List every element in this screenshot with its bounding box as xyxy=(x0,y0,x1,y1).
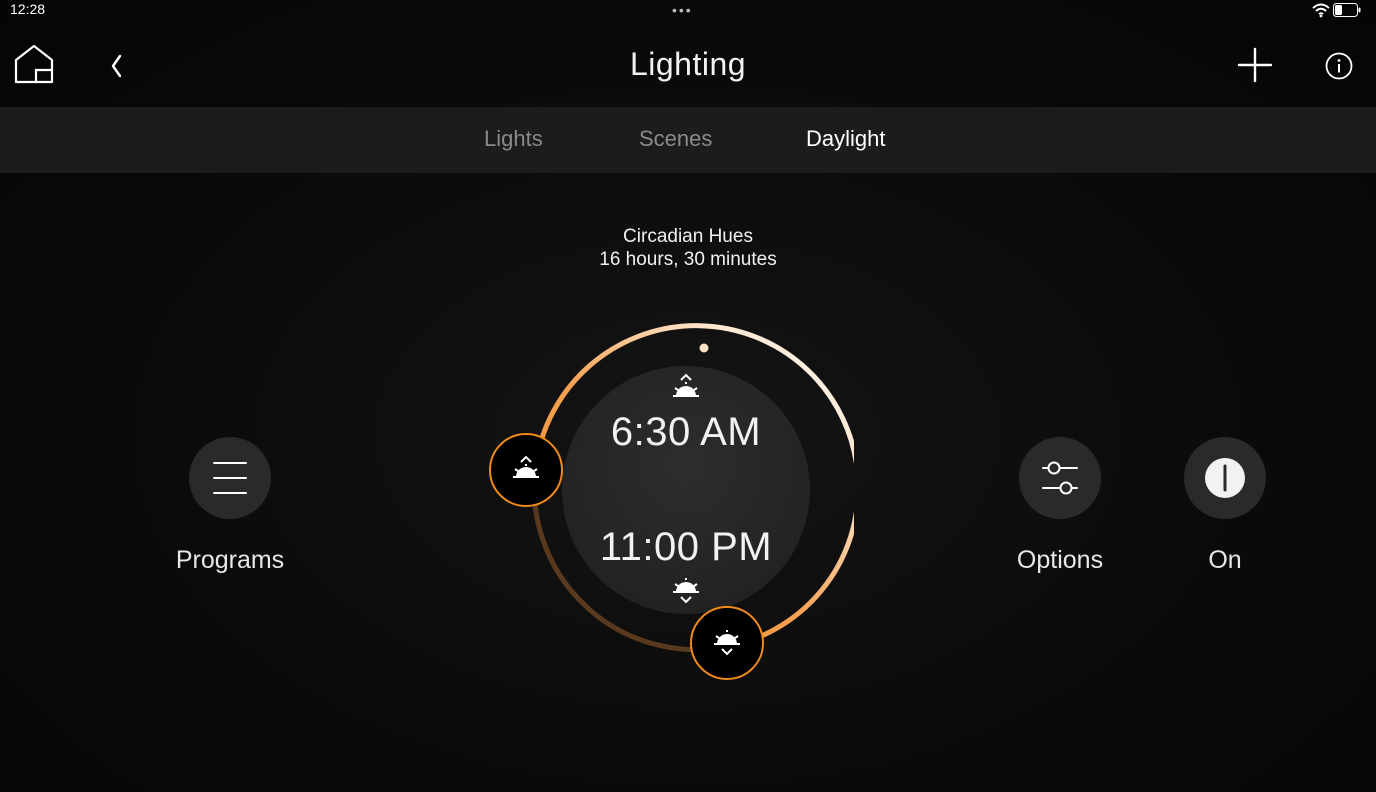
programs-button[interactable] xyxy=(189,437,271,519)
program-duration: 16 hours, 30 minutes xyxy=(599,249,777,270)
sunrise-icon xyxy=(673,373,699,397)
power-button[interactable] xyxy=(1184,437,1266,519)
sunset-handle[interactable] xyxy=(690,606,764,680)
info-icon[interactable] xyxy=(1324,51,1354,81)
options-label: Options xyxy=(1016,546,1104,574)
options-button[interactable] xyxy=(1019,437,1101,519)
program-name: Circadian Hues xyxy=(623,226,753,247)
multitasking-dots[interactable]: ••• xyxy=(672,2,693,18)
tab-daylight[interactable]: Daylight xyxy=(806,126,885,152)
list-icon xyxy=(213,462,247,494)
tab-scenes[interactable]: Scenes xyxy=(639,126,712,152)
sunset-icon xyxy=(673,578,699,604)
status-time: 12:28 xyxy=(10,1,46,17)
wifi-icon xyxy=(1312,3,1330,18)
sliders-icon xyxy=(1042,461,1078,495)
power-icon xyxy=(1205,458,1245,498)
sunrise-handle-icon xyxy=(513,455,539,478)
sunrise-handle[interactable] xyxy=(489,433,563,507)
start-time: 6:30 AM xyxy=(610,410,762,454)
programs-label: Programs xyxy=(175,546,285,574)
power-label: On xyxy=(1208,546,1242,574)
tab-lights[interactable]: Lights xyxy=(484,126,543,152)
add-icon[interactable] xyxy=(1236,46,1274,84)
end-time: 11:00 PM xyxy=(599,525,773,569)
page-title: Lighting xyxy=(629,46,747,82)
sunset-handle-icon xyxy=(714,630,740,656)
battery-icon xyxy=(1333,3,1361,17)
current-time-marker xyxy=(699,343,709,353)
tab-bar: Lights Scenes Daylight xyxy=(0,107,1376,173)
